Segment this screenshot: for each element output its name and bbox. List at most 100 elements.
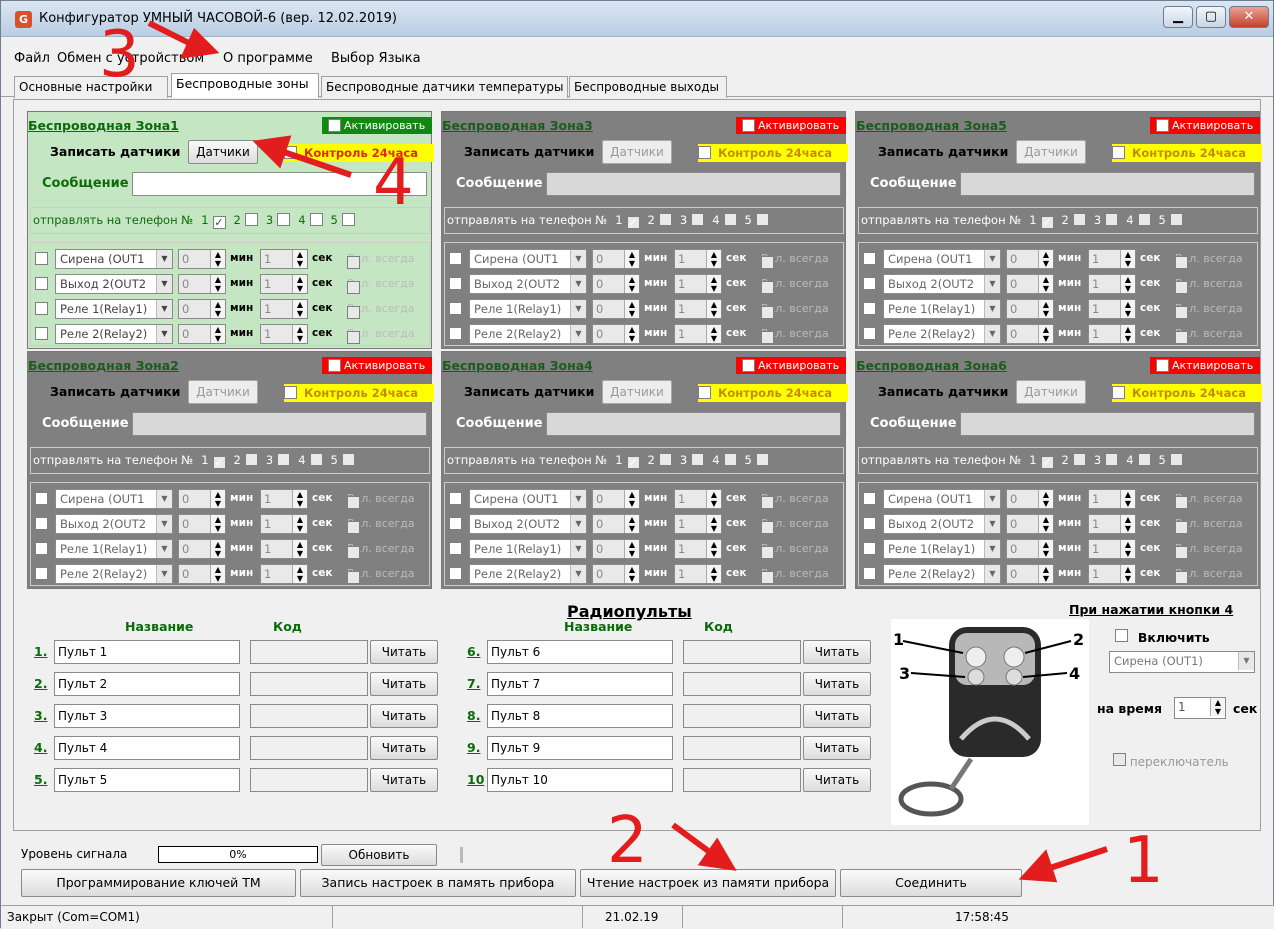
spin-arrows-icon[interactable]: ▲ ▼ bbox=[706, 275, 721, 293]
minutes-spinner[interactable]: 0 ▲ ▼ bbox=[1006, 564, 1054, 584]
output-enable-checkbox[interactable] bbox=[35, 492, 48, 505]
output-enable-checkbox[interactable] bbox=[35, 567, 48, 580]
tab-wireless-zones[interactable]: Беспроводные зоны bbox=[171, 73, 319, 98]
always-on-toggle[interactable]: Вкл. всегда bbox=[1175, 542, 1243, 559]
seconds-spinner[interactable]: 1 ▲ ▼ bbox=[674, 564, 722, 584]
always-on-toggle[interactable]: Вкл. всегда bbox=[347, 492, 415, 509]
phone-1[interactable]: 1 ✓ bbox=[201, 208, 226, 233]
phone-checkbox[interactable]: ✓ bbox=[1040, 456, 1054, 469]
spin-arrows-icon[interactable]: ▲ ▼ bbox=[210, 540, 225, 558]
phone-1[interactable]: 1 ✓ bbox=[1029, 208, 1054, 233]
output-select[interactable]: Реле 1(Relay1) ▼ bbox=[469, 299, 587, 319]
spin-arrows-icon[interactable]: ▲ ▼ bbox=[210, 250, 225, 268]
always-on-checkbox[interactable] bbox=[1175, 331, 1188, 344]
phone-checkbox[interactable]: ✓ bbox=[1040, 216, 1054, 229]
spin-arrows-icon[interactable]: ▲ ▼ bbox=[292, 250, 307, 268]
always-on-checkbox[interactable] bbox=[1175, 306, 1188, 319]
phone-checkbox[interactable] bbox=[755, 213, 769, 226]
output-enable-checkbox[interactable] bbox=[35, 302, 48, 315]
output-enable-checkbox[interactable] bbox=[449, 517, 462, 530]
zone-title[interactable]: Беспроводная Зона5 bbox=[856, 118, 1007, 133]
remote-name-input[interactable]: Пульт 2 bbox=[54, 672, 240, 696]
seconds-spinner[interactable]: 1 ▲ ▼ bbox=[674, 299, 722, 319]
read-remote-button[interactable]: Читать bbox=[370, 704, 438, 728]
tab-wireless-outputs[interactable]: Беспроводные выходы bbox=[569, 76, 727, 98]
output-enable-checkbox[interactable] bbox=[35, 277, 48, 290]
always-on-checkbox[interactable] bbox=[761, 256, 774, 269]
output-select[interactable]: Реле 1(Relay1) ▼ bbox=[469, 539, 587, 559]
seconds-spinner[interactable]: 1 ▲ ▼ bbox=[674, 249, 722, 269]
chevron-down-icon[interactable]: ▼ bbox=[156, 565, 172, 583]
spin-arrows-icon[interactable]: ▲ ▼ bbox=[1120, 250, 1135, 268]
zone-title[interactable]: Беспроводная Зона4 bbox=[442, 358, 593, 373]
spin-arrows-icon[interactable]: ▲ ▼ bbox=[624, 540, 639, 558]
activate-checkbox[interactable] bbox=[742, 359, 755, 372]
seconds-spinner[interactable]: 1 ▲ ▼ bbox=[674, 539, 722, 559]
remote-number[interactable]: 4. bbox=[34, 740, 47, 755]
minutes-spinner[interactable]: 0 ▲ ▼ bbox=[592, 514, 640, 534]
menu-language[interactable]: Выбор Языка bbox=[331, 51, 421, 66]
output-select[interactable]: Выход 2(OUT2 ▼ bbox=[469, 274, 587, 294]
always-on-checkbox[interactable] bbox=[1175, 521, 1188, 534]
output-select[interactable]: Выход 2(OUT2 ▼ bbox=[469, 514, 587, 534]
output-enable-checkbox[interactable] bbox=[449, 327, 462, 340]
seconds-spinner[interactable]: 1 ▲ ▼ bbox=[1088, 274, 1136, 294]
chevron-down-icon[interactable]: ▼ bbox=[570, 325, 586, 343]
always-on-toggle[interactable]: Вкл. всегда bbox=[347, 252, 415, 269]
program-tm-keys-button[interactable]: Программирование ключей ТМ bbox=[21, 869, 296, 897]
output-enable-checkbox[interactable] bbox=[863, 327, 876, 340]
always-on-toggle[interactable]: Вкл. всегда bbox=[761, 567, 829, 584]
connect-button[interactable]: Соединить bbox=[840, 869, 1022, 897]
control-24h-toggle[interactable]: Контроль 24часа bbox=[1112, 144, 1262, 162]
output-enable-checkbox[interactable] bbox=[35, 252, 48, 265]
chevron-down-icon[interactable]: ▼ bbox=[984, 490, 1000, 508]
zone-title[interactable]: Беспроводная Зона1 bbox=[28, 118, 179, 133]
activate-toggle[interactable]: Активировать bbox=[736, 357, 846, 374]
output-select[interactable]: Реле 2(Relay2) ▼ bbox=[469, 324, 587, 344]
message-input[interactable] bbox=[132, 412, 427, 436]
output-enable-checkbox[interactable] bbox=[863, 517, 876, 530]
spin-arrows-icon[interactable]: ▲ ▼ bbox=[210, 275, 225, 293]
phone-4[interactable]: 4 bbox=[298, 208, 323, 233]
output-enable-checkbox[interactable] bbox=[449, 302, 462, 315]
always-on-toggle[interactable]: Вкл. всегда bbox=[761, 517, 829, 534]
output-enable-checkbox[interactable] bbox=[35, 542, 48, 555]
phone-checkbox[interactable] bbox=[658, 213, 672, 226]
phone-3[interactable]: 3 bbox=[1094, 448, 1119, 473]
always-on-toggle[interactable]: Вкл. всегда bbox=[1175, 517, 1243, 534]
output-enable-checkbox[interactable] bbox=[863, 542, 876, 555]
always-on-toggle[interactable]: Вкл. всегда bbox=[1175, 252, 1243, 269]
remote-number[interactable]: 8. bbox=[467, 708, 480, 723]
zone-title[interactable]: Беспроводная Зона2 bbox=[28, 358, 179, 373]
refresh-button[interactable]: Обновить bbox=[321, 844, 437, 866]
spin-arrows-icon[interactable]: ▲ ▼ bbox=[210, 565, 225, 583]
spin-arrows-icon[interactable]: ▲ ▼ bbox=[292, 325, 307, 343]
always-on-toggle[interactable]: Вкл. всегда bbox=[347, 567, 415, 584]
always-on-toggle[interactable]: Вкл. всегда bbox=[1175, 567, 1243, 584]
output-select[interactable]: Выход 2(OUT2 ▼ bbox=[883, 514, 1001, 534]
minutes-spinner[interactable]: 0 ▲ ▼ bbox=[1006, 514, 1054, 534]
output-select[interactable]: Реле 2(Relay2) ▼ bbox=[883, 564, 1001, 584]
button4-time-spinner[interactable]: 1 ▲ ▼ bbox=[1174, 697, 1226, 719]
spin-arrows-icon[interactable]: ▲ ▼ bbox=[292, 565, 307, 583]
always-on-toggle[interactable]: Вкл. всегда bbox=[347, 542, 415, 559]
spin-arrows-icon[interactable]: ▲ ▼ bbox=[706, 565, 721, 583]
activate-toggle[interactable]: Активировать bbox=[1150, 117, 1260, 134]
phone-1[interactable]: 1 ✓ bbox=[201, 448, 226, 473]
always-on-toggle[interactable]: Вкл. всегда bbox=[347, 327, 415, 344]
minutes-spinner[interactable]: 0 ▲ ▼ bbox=[1006, 324, 1054, 344]
phone-checkbox[interactable] bbox=[309, 213, 323, 226]
output-select[interactable]: Сирена (OUT1 ▼ bbox=[55, 489, 173, 509]
seconds-spinner[interactable]: 1 ▲ ▼ bbox=[674, 489, 722, 509]
always-on-toggle[interactable]: Вкл. всегда bbox=[1175, 277, 1243, 294]
always-on-checkbox[interactable] bbox=[347, 281, 360, 294]
write-settings-button[interactable]: Запись настроек в память прибора bbox=[300, 869, 576, 897]
always-on-checkbox[interactable] bbox=[1175, 571, 1188, 584]
always-on-toggle[interactable]: Вкл. всегда bbox=[1175, 327, 1243, 344]
output-select[interactable]: Выход 2(OUT2 ▼ bbox=[55, 274, 173, 294]
activate-toggle[interactable]: Активировать bbox=[322, 357, 432, 374]
seconds-spinner[interactable]: 1 ▲ ▼ bbox=[674, 514, 722, 534]
chevron-down-icon[interactable]: ▼ bbox=[984, 565, 1000, 583]
always-on-checkbox[interactable] bbox=[761, 281, 774, 294]
spin-arrows-icon[interactable]: ▲ ▼ bbox=[624, 490, 639, 508]
